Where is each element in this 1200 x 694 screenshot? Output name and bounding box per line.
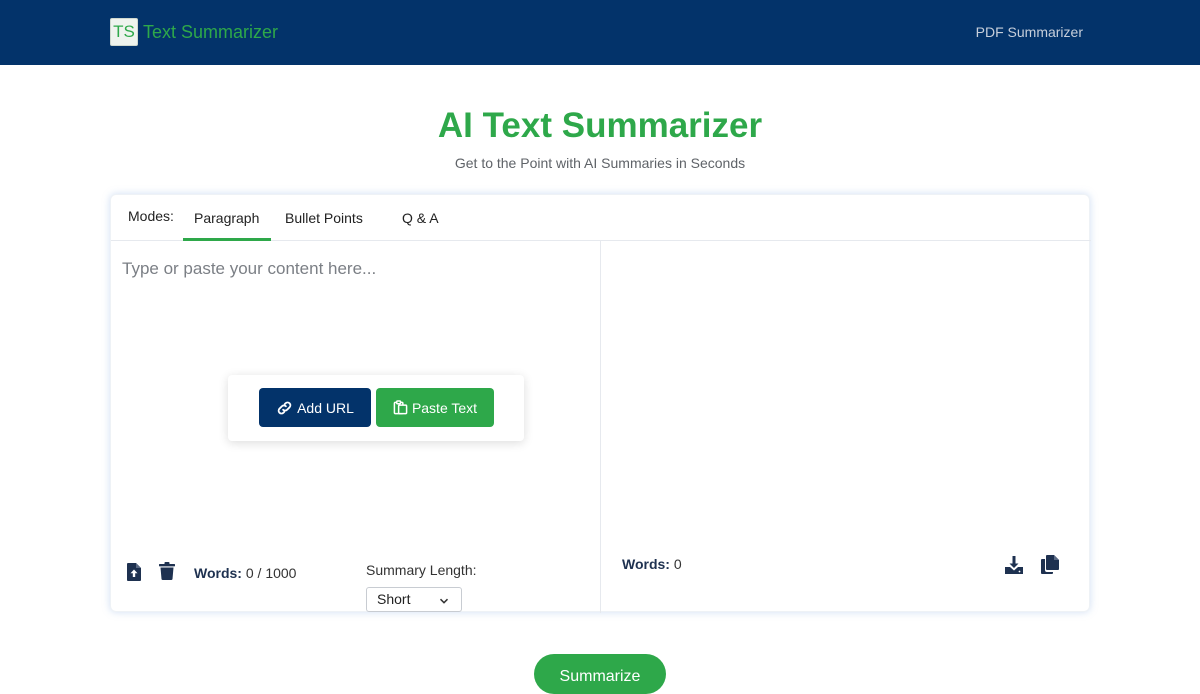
- brand-logo-link[interactable]: TS Text Summarizer: [110, 18, 278, 46]
- input-words-label: Words:: [194, 565, 242, 581]
- pane-divider: [600, 241, 601, 613]
- top-navbar: TS Text Summarizer PDF Summarizer: [0, 0, 1200, 65]
- trash-icon[interactable]: [159, 562, 175, 585]
- summary-length-label: Summary Length:: [366, 562, 477, 578]
- link-icon: [276, 401, 293, 415]
- summary-length-select[interactable]: Short: [366, 587, 462, 612]
- copy-icon[interactable]: [1041, 555, 1059, 579]
- input-word-count: Words: 0 / 1000: [194, 565, 296, 581]
- tab-bullet-points[interactable]: Bullet Points: [285, 210, 363, 226]
- page-title: AI Text Summarizer: [437, 106, 763, 145]
- clipboard-icon: [393, 400, 408, 415]
- ts-logo-icon: TS: [110, 18, 138, 46]
- tab-paragraph[interactable]: Paragraph: [194, 210, 259, 226]
- output-words-value: 0: [673, 556, 682, 572]
- add-url-label: Add URL: [297, 399, 354, 416]
- output-words-label: Words:: [622, 556, 670, 572]
- download-icon[interactable]: [1005, 556, 1023, 579]
- file-upload-icon[interactable]: [127, 563, 141, 586]
- input-words-value: 0 / 1000: [245, 565, 297, 581]
- modes-label: Modes:: [128, 208, 174, 224]
- input-actions-box: Add URL Paste Text: [228, 375, 524, 441]
- summarize-button[interactable]: Summarize: [534, 654, 666, 694]
- nav-pdf-summarizer-link[interactable]: PDF Summarizer: [976, 24, 1083, 40]
- chevron-down-icon: [439, 593, 449, 609]
- output-word-count: Words: 0: [622, 556, 682, 572]
- add-url-button[interactable]: Add URL: [259, 388, 371, 427]
- tab-q-and-a[interactable]: Q & A: [402, 210, 439, 226]
- modes-tab-bar: Modes: Paragraph Bullet Points Q & A: [111, 195, 1091, 241]
- paste-text-button[interactable]: Paste Text: [376, 388, 494, 427]
- paste-text-label: Paste Text: [411, 399, 478, 416]
- summarizer-card: Modes: Paragraph Bullet Points Q & A Add…: [110, 194, 1091, 613]
- page-subtitle: Get to the Point with AI Summaries in Se…: [454, 155, 746, 171]
- summary-length-value: Short: [377, 591, 411, 607]
- brand-name: Text Summarizer: [143, 22, 279, 42]
